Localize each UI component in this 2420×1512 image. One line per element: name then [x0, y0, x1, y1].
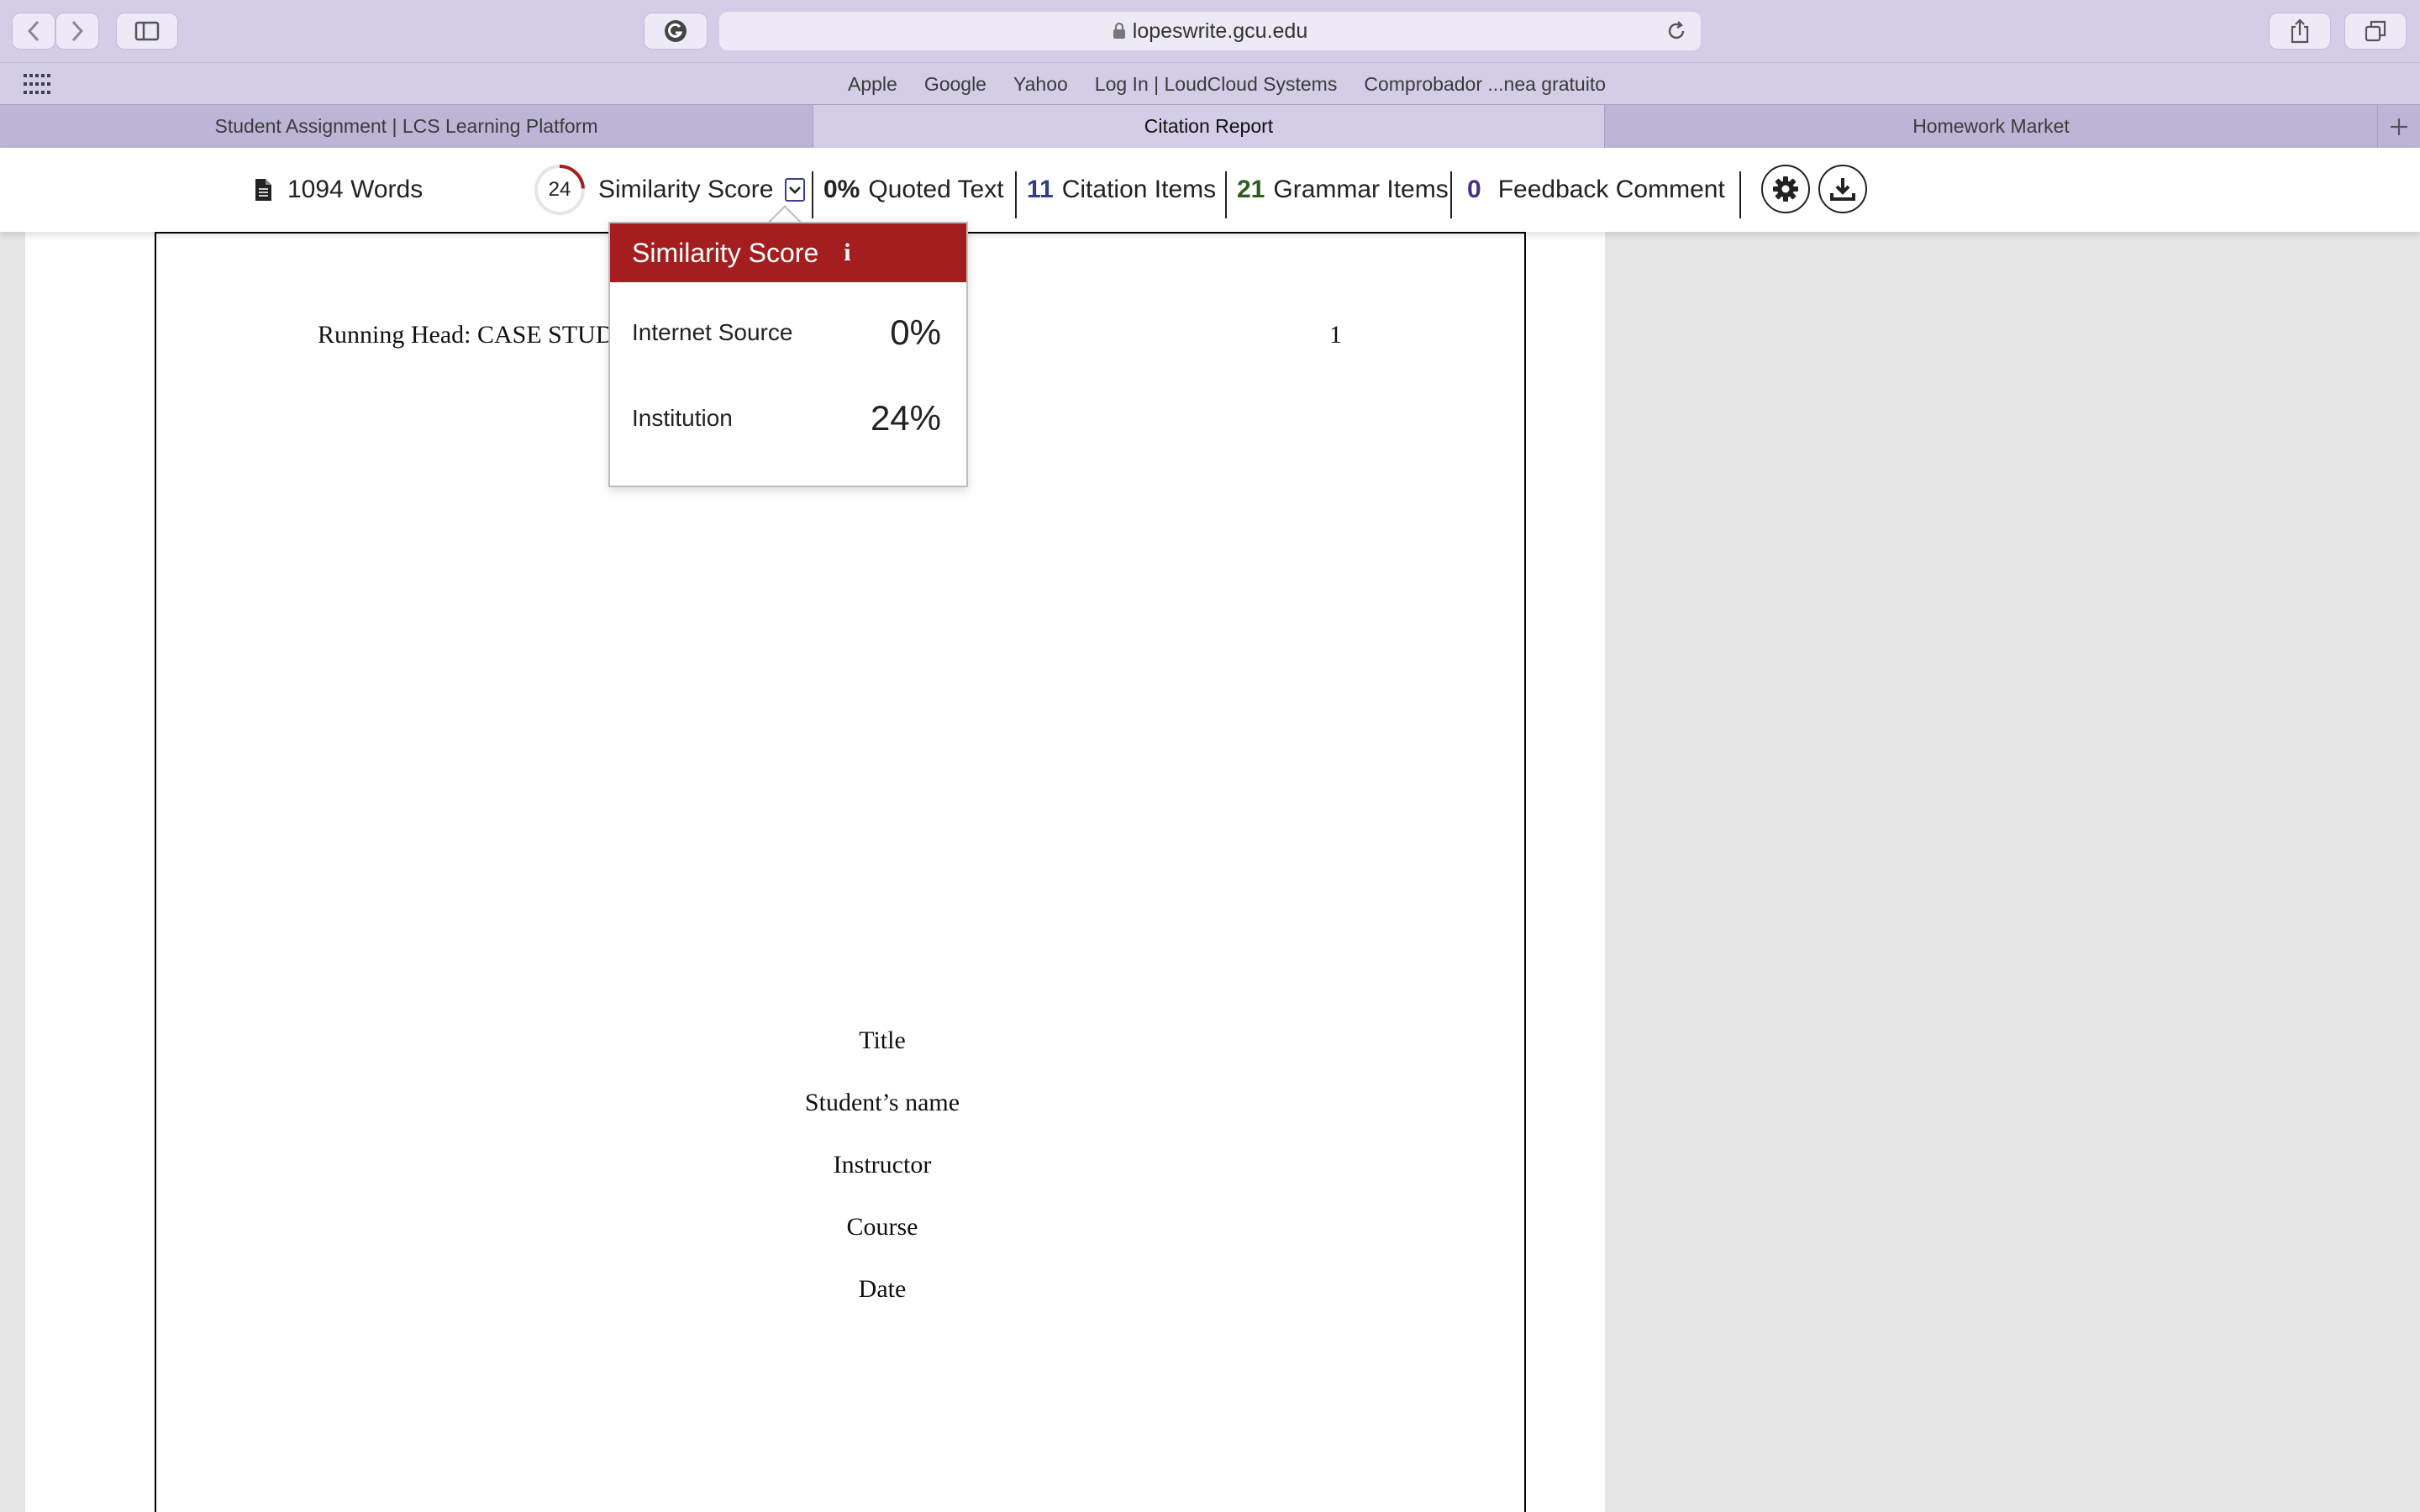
quoted-text-item[interactable]: 0% Quoted Text — [823, 148, 1004, 232]
feedback-comment-item[interactable]: 0 Feedback Comment — [1467, 148, 1725, 232]
citation-items-item[interactable]: 11 Citation Items — [1027, 148, 1216, 232]
gear-icon — [1773, 176, 1798, 202]
title-line: Title — [859, 1026, 906, 1054]
bookmark-yahoo[interactable]: Yahoo — [1013, 73, 1068, 96]
title-page-block: Title Student’s name Instructor Course D… — [156, 1026, 1608, 1337]
header-divider — [1739, 171, 1741, 218]
bookmark-apple[interactable]: Apple — [848, 73, 897, 96]
download-icon — [1830, 178, 1855, 201]
info-icon[interactable]: i — [844, 239, 850, 267]
grammar-items-label: Grammar Items — [1273, 176, 1449, 203]
download-button[interactable] — [1818, 165, 1867, 213]
sidebar-icon — [134, 21, 160, 41]
institution-label: Institution — [632, 405, 733, 431]
forward-button[interactable] — [55, 13, 99, 50]
instructor-line: Instructor — [833, 1151, 932, 1179]
chevron-right-icon — [71, 20, 84, 42]
sidebar-button[interactable] — [116, 13, 178, 50]
report-header: 1094 Words 24 Similarity Score 0% Quoted… — [0, 148, 2420, 232]
settings-button[interactable] — [1761, 165, 1810, 213]
header-divider — [1225, 171, 1227, 218]
similarity-score-popup: Similarity Score i Internet Source 0% In… — [608, 222, 968, 487]
course-line: Course — [846, 1213, 918, 1241]
plus-icon — [2391, 118, 2407, 135]
similarity-popup-title: Similarity Score — [632, 237, 819, 268]
header-divider — [1450, 171, 1452, 218]
tab-homework-market[interactable]: Homework Market — [1605, 105, 2378, 148]
report-content-area: Running Head: CASE STUD 1 Title Student’… — [0, 232, 2420, 1512]
back-button[interactable] — [12, 13, 55, 50]
tabs-icon — [2365, 20, 2386, 42]
quoted-text-value: 0% — [823, 176, 860, 203]
lock-icon — [1113, 23, 1125, 39]
share-icon — [2291, 18, 2309, 44]
chevron-left-icon — [27, 20, 39, 42]
citation-items-label: Citation Items — [1061, 176, 1217, 203]
tab-overview-button[interactable] — [2344, 13, 2407, 50]
bookmark-comprobador[interactable]: Comprobador ...nea gratuito — [1364, 73, 1606, 96]
page-number: 1 — [1329, 321, 1342, 349]
share-button[interactable] — [2269, 13, 2331, 50]
quoted-text-label: Quoted Text — [868, 176, 1004, 203]
tab-student-assignment[interactable]: Student Assignment | LCS Learning Platfo… — [0, 105, 813, 148]
bookmark-loudcloud[interactable]: Log In | LoudCloud Systems — [1095, 73, 1338, 96]
date-line: Date — [858, 1275, 907, 1303]
grammar-items-value: 21 — [1237, 176, 1265, 203]
chevron-down-icon — [789, 186, 802, 194]
header-divider — [812, 171, 813, 218]
similarity-gauge: 24 — [533, 163, 587, 217]
bookmark-google[interactable]: Google — [924, 73, 986, 96]
new-tab-button[interactable] — [2378, 105, 2420, 148]
feedback-comment-value: 0 — [1467, 176, 1481, 203]
similarity-score-control[interactable]: 24 Similarity Score — [533, 148, 806, 232]
running-head: Running Head: CASE STUD — [318, 321, 614, 349]
grammarly-extension-button[interactable] — [644, 13, 708, 50]
word-count-label: 1094 Words — [287, 176, 424, 203]
feedback-comment-label: Feedback Comment — [1497, 176, 1725, 203]
similarity-score-label: Similarity Score — [598, 176, 774, 203]
grammar-items-item[interactable]: 21 Grammar Items — [1237, 148, 1449, 232]
citation-items-value: 11 — [1027, 176, 1054, 203]
tab-strip: Student Assignment | LCS Learning Platfo… — [0, 104, 2420, 148]
tab-citation-report[interactable]: Citation Report — [813, 105, 1605, 148]
bookmarks-bar: Apple Google Yahoo Log In | LoudCloud Sy… — [0, 62, 2420, 104]
grammarly-icon — [665, 20, 687, 42]
browser-toolbar: lopeswrite.gcu.edu — [0, 0, 2420, 62]
header-divider — [1015, 171, 1017, 218]
internet-source-label: Internet Source — [632, 319, 793, 345]
word-count: 1094 Words — [254, 148, 423, 232]
institution-value: 24% — [870, 398, 941, 438]
address-bar[interactable]: lopeswrite.gcu.edu — [719, 12, 1701, 50]
reload-icon[interactable] — [1665, 20, 1687, 42]
internet-source-row: Internet Source 0% — [632, 307, 941, 358]
similarity-dropdown-button[interactable] — [785, 178, 806, 202]
url-text: lopeswrite.gcu.edu — [1132, 18, 1308, 43]
document-icon — [255, 179, 271, 201]
similarity-popup-header: Similarity Score i — [610, 223, 966, 282]
internet-source-value: 0% — [890, 312, 941, 352]
similarity-gauge-value: 24 — [548, 178, 571, 201]
student-name-line: Student’s name — [804, 1089, 960, 1116]
institution-row: Institution 24% — [632, 393, 941, 444]
